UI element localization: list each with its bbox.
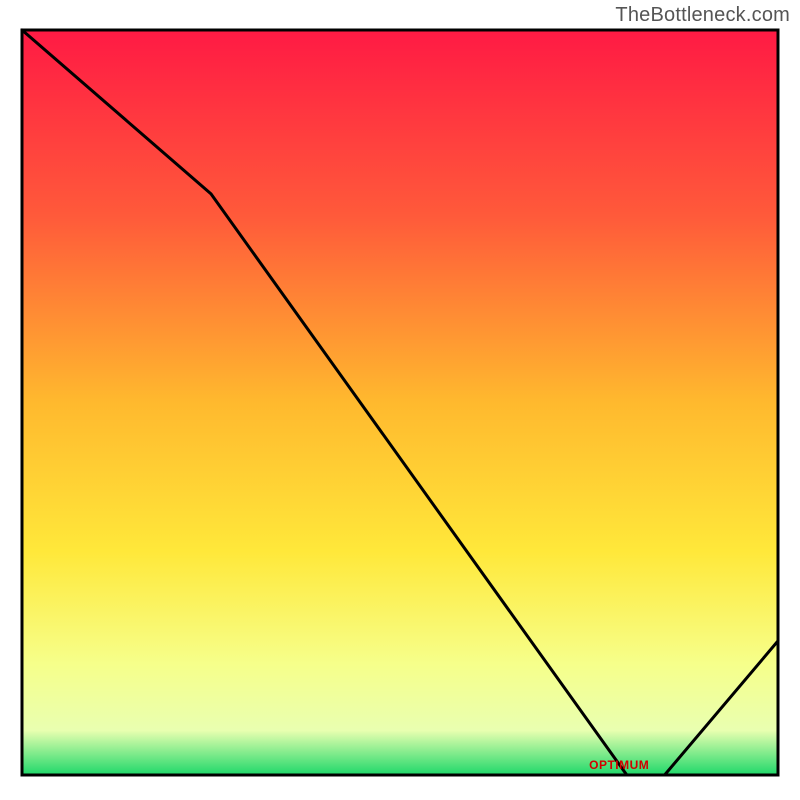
plot-background (22, 30, 778, 775)
optimum-marker: OPTIMUM (589, 758, 649, 772)
chart-frame: TheBottleneck.com OPTIMUM (0, 0, 800, 800)
chart-svg: OPTIMUM (0, 0, 800, 800)
